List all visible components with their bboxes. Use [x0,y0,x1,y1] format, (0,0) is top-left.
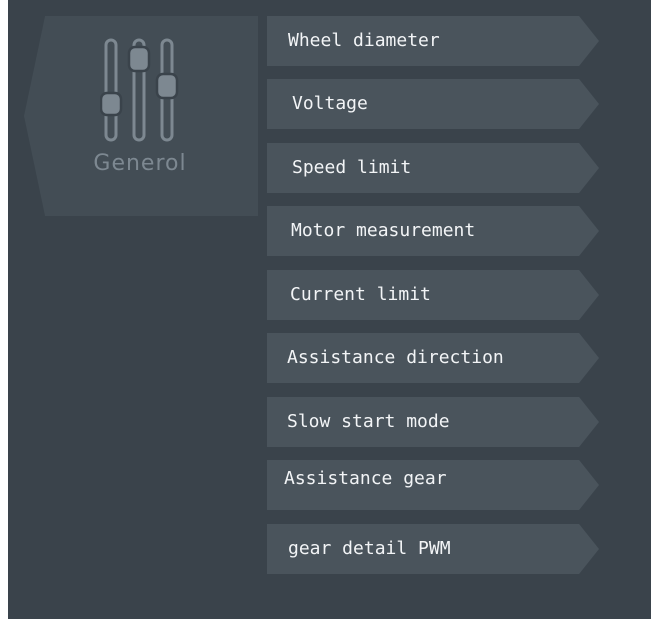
menu-item-label: Slow start mode [287,411,450,432]
sliders-icon [100,38,179,142]
menu-item-wheel-diameter[interactable]: Wheel diameter [267,16,599,66]
menu-item-current-limit[interactable]: Current limit [267,270,599,320]
menu-item-label: Assistance gear [284,468,447,489]
category-label: Generol [93,151,187,176]
menu-item-label: Speed limit [292,157,412,178]
menu-item-voltage[interactable]: Voltage [267,79,599,129]
menu-item-assistance-gear[interactable]: Assistance gear [267,460,599,510]
menu-item-label: Assistance direction [287,347,504,368]
menu-item-label: Wheel diameter [288,30,440,51]
menu-item-assistance-direction[interactable]: Assistance direction [267,333,599,383]
menu-item-label: Motor measurement [291,220,476,241]
menu-item-motor-measurement[interactable]: Motor measurement [267,206,599,256]
menu-item-gear-detail-pwm[interactable]: gear detail PWM [267,524,599,574]
menu-item-label: Voltage [292,93,368,114]
menu-item-speed-limit[interactable]: Speed limit [267,143,599,193]
menu-item-slow-start-mode[interactable]: Slow start mode [267,397,599,447]
menu-item-label: Current limit [290,284,431,305]
settings-panel: Generol Wheel diameter Voltage Speed lim… [8,0,651,619]
menu-item-label: gear detail PWM [288,538,451,559]
